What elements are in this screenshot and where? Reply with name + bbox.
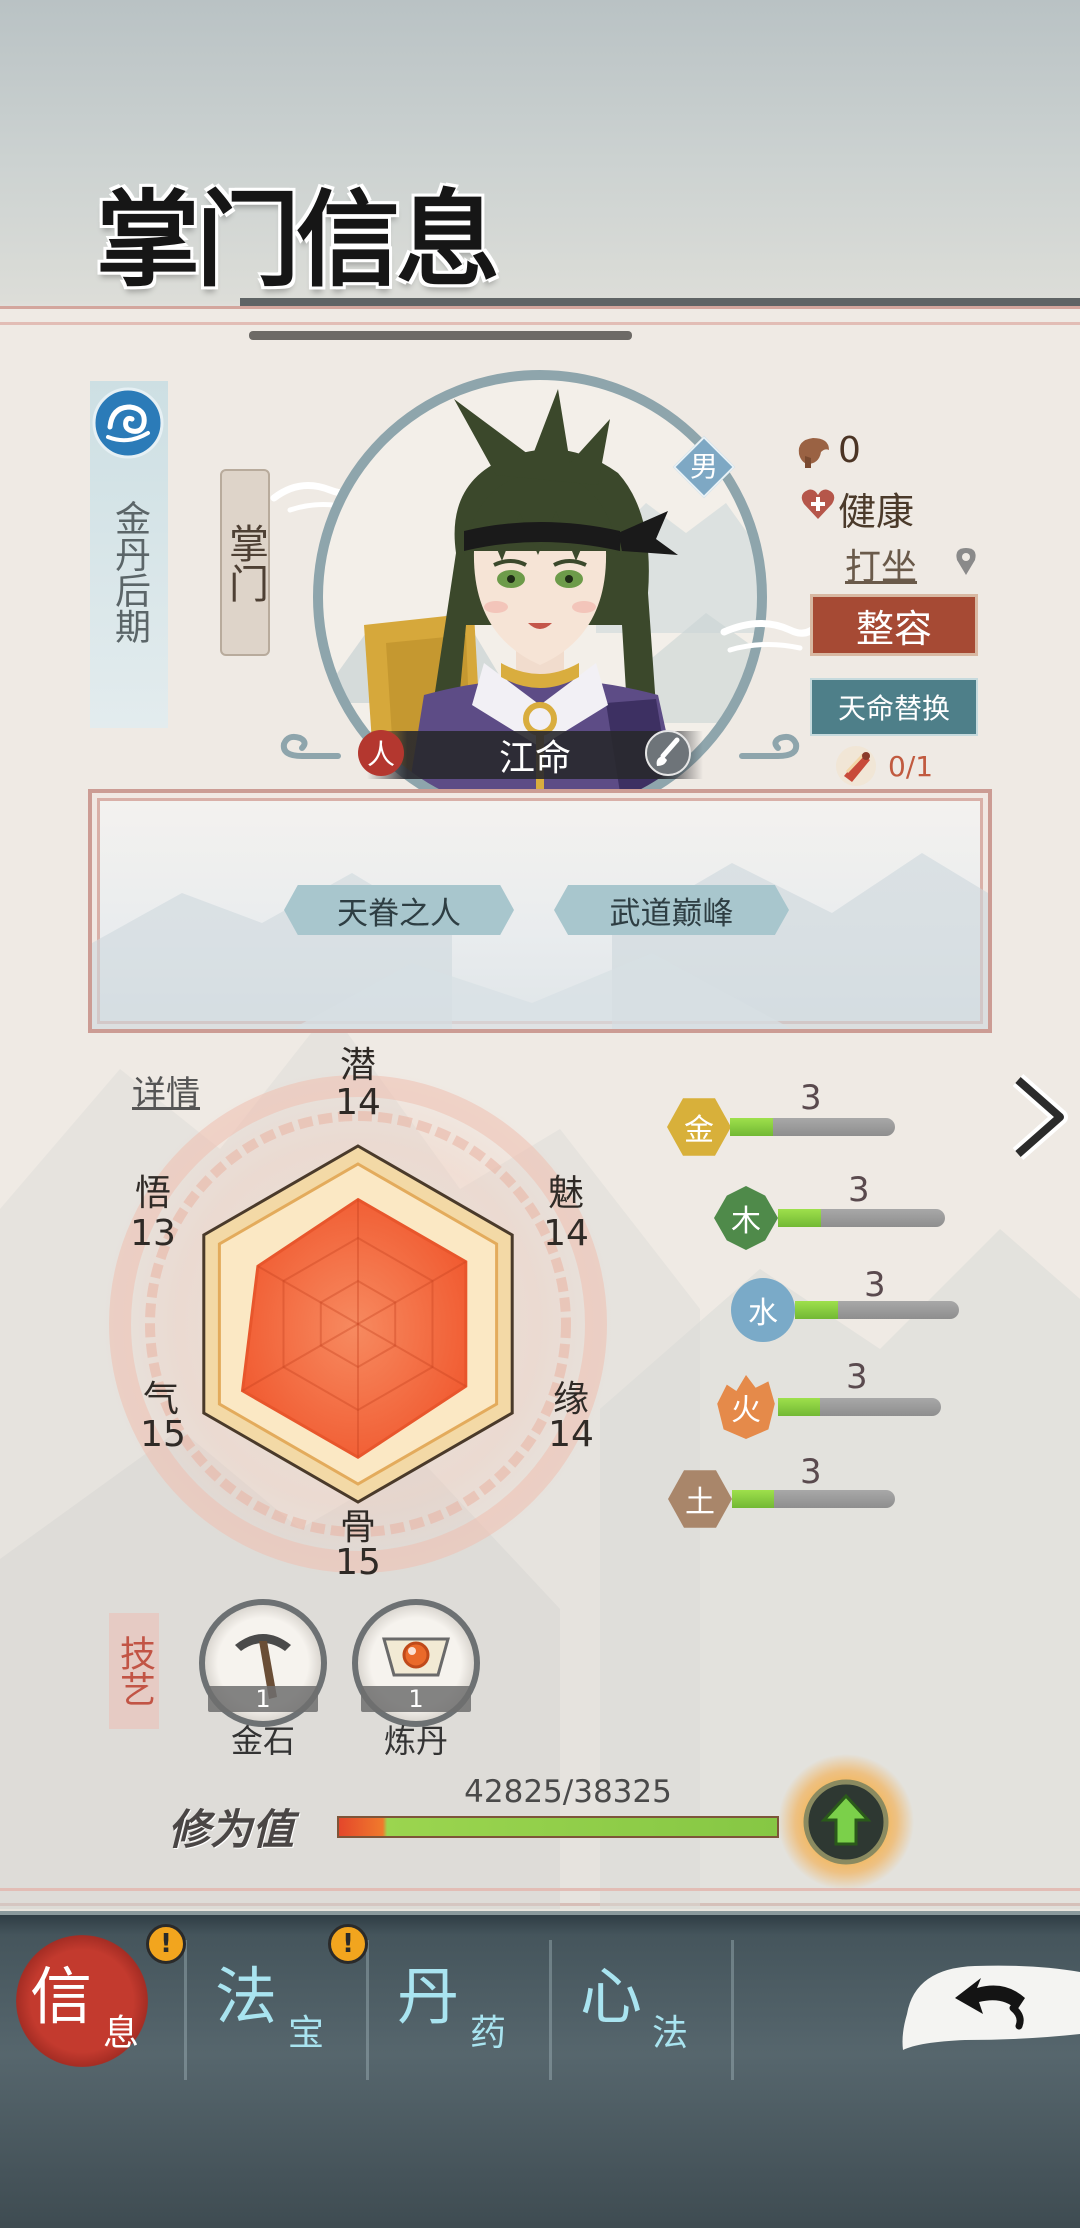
tab-label-sub: 息 bbox=[103, 2013, 140, 2054]
skill-label: 金石 bbox=[230, 1722, 295, 1760]
attr-label: 潜 bbox=[339, 1045, 376, 1086]
page-title: 掌门信息 bbox=[96, 178, 500, 301]
tab-label-sub: 宝 bbox=[288, 2013, 325, 2054]
attr-label: 气 bbox=[142, 1379, 179, 1420]
skills-title: 技艺 bbox=[114, 1635, 155, 1707]
water-element-icon: 水 bbox=[731, 1278, 795, 1342]
element-value: 3 bbox=[800, 1452, 822, 1492]
traits-box: 天眷之人 武道巅峰 bbox=[88, 789, 992, 1033]
element-value: 3 bbox=[864, 1265, 886, 1305]
tab-label-main: 信 bbox=[30, 1960, 93, 2033]
resource-count: 0 bbox=[838, 430, 861, 471]
tab-label-main: 心 bbox=[580, 1960, 643, 2033]
traits-mountains bbox=[92, 853, 988, 1029]
nav-divider bbox=[366, 1940, 369, 2080]
attr-label: 悟 bbox=[134, 1173, 171, 1214]
element-bar bbox=[778, 1398, 941, 1416]
attr-label: 缘 bbox=[552, 1379, 589, 1420]
element-value: 3 bbox=[846, 1357, 868, 1397]
element-bar-fill bbox=[732, 1490, 775, 1508]
attr-value: 15 bbox=[140, 1414, 186, 1455]
element-bar-fill bbox=[795, 1301, 838, 1319]
nav-divider bbox=[549, 1940, 552, 2080]
element-bar bbox=[778, 1209, 945, 1227]
role-label: 掌门 bbox=[222, 522, 268, 603]
gender-label: 男 bbox=[689, 450, 718, 483]
brush-icon[interactable] bbox=[645, 730, 691, 776]
attr-label: 魅 bbox=[547, 1173, 584, 1214]
nav-divider bbox=[184, 1940, 187, 2080]
health-status: 健康 bbox=[838, 490, 915, 534]
role-tag: 掌门 bbox=[220, 469, 270, 656]
skills-tag: 技艺 bbox=[109, 1613, 159, 1729]
swirl-ornament-left bbox=[280, 733, 341, 759]
up-arrow-icon[interactable] bbox=[776, 1752, 916, 1892]
cultivation-value: 42825/38325 bbox=[464, 1774, 672, 1810]
skill-level: 1 bbox=[208, 1685, 318, 1713]
element-value: 3 bbox=[848, 1170, 870, 1210]
cloud-decoration-right bbox=[720, 619, 820, 653]
water-swirl-icon bbox=[92, 387, 164, 459]
tab-label-main: 法 bbox=[215, 1960, 278, 2033]
tab-label-main: 丹 bbox=[397, 1960, 460, 2033]
element-bar bbox=[730, 1118, 895, 1136]
attr-value: 14 bbox=[335, 1082, 381, 1123]
back-arrow-icon[interactable] bbox=[895, 1954, 1080, 2054]
trait-tag[interactable]: 天眷之人 bbox=[284, 885, 514, 935]
cultivation-progress-fill bbox=[339, 1818, 777, 1836]
pouch-icon bbox=[798, 438, 829, 468]
attr-value: 13 bbox=[130, 1213, 176, 1254]
cultivation-progress-bar bbox=[337, 1816, 779, 1838]
element-bar-fill bbox=[778, 1398, 821, 1416]
attr-value: 14 bbox=[548, 1414, 594, 1455]
title-underline bbox=[249, 331, 632, 340]
nav-divider bbox=[731, 1940, 734, 2080]
element-value: 3 bbox=[800, 1078, 822, 1118]
attr-value: 14 bbox=[543, 1213, 589, 1254]
cultivation-label: 修为值 bbox=[168, 1805, 295, 1854]
map-pin-icon[interactable] bbox=[954, 546, 978, 576]
tab-label-sub: 法 bbox=[652, 2013, 689, 2054]
scroll-icon bbox=[836, 746, 876, 786]
destiny-scroll-count: 0/1 bbox=[888, 750, 934, 783]
alert-badge: ! bbox=[146, 1924, 186, 1964]
panel-border-bottom bbox=[0, 1888, 1080, 1891]
destiny-swap-button[interactable]: 天命替换 bbox=[810, 678, 978, 736]
chevron-right-icon[interactable] bbox=[1008, 1072, 1070, 1162]
attr-label: 骨 bbox=[339, 1507, 376, 1548]
alert-badge: ! bbox=[328, 1924, 368, 1964]
realm-label: 金丹后期 bbox=[109, 500, 150, 644]
attr-value: 15 bbox=[335, 1542, 381, 1583]
race-badge: 人 bbox=[358, 730, 404, 776]
element-bar-fill bbox=[730, 1118, 773, 1136]
swirl-ornament-right bbox=[739, 733, 800, 759]
element-bar bbox=[732, 1490, 895, 1508]
reshape-button[interactable]: 整容 bbox=[810, 594, 978, 656]
tab-label-sub: 药 bbox=[470, 2013, 507, 2054]
trait-tag[interactable]: 武道巅峰 bbox=[554, 885, 789, 935]
app-root: 掌门信息 金丹后期 掌门 男 江命 人 0 健康 打坐 整容 天命替换 0/1 … bbox=[0, 0, 1080, 2228]
activity-link[interactable]: 打坐 bbox=[845, 538, 917, 590]
attribute-radar bbox=[102, 1068, 614, 1580]
skill-level: 1 bbox=[361, 1685, 471, 1713]
element-bar-fill bbox=[778, 1209, 822, 1227]
skill-label: 炼丹 bbox=[383, 1722, 448, 1760]
heart-icon bbox=[801, 489, 835, 519]
panel-border-top bbox=[0, 322, 1080, 325]
